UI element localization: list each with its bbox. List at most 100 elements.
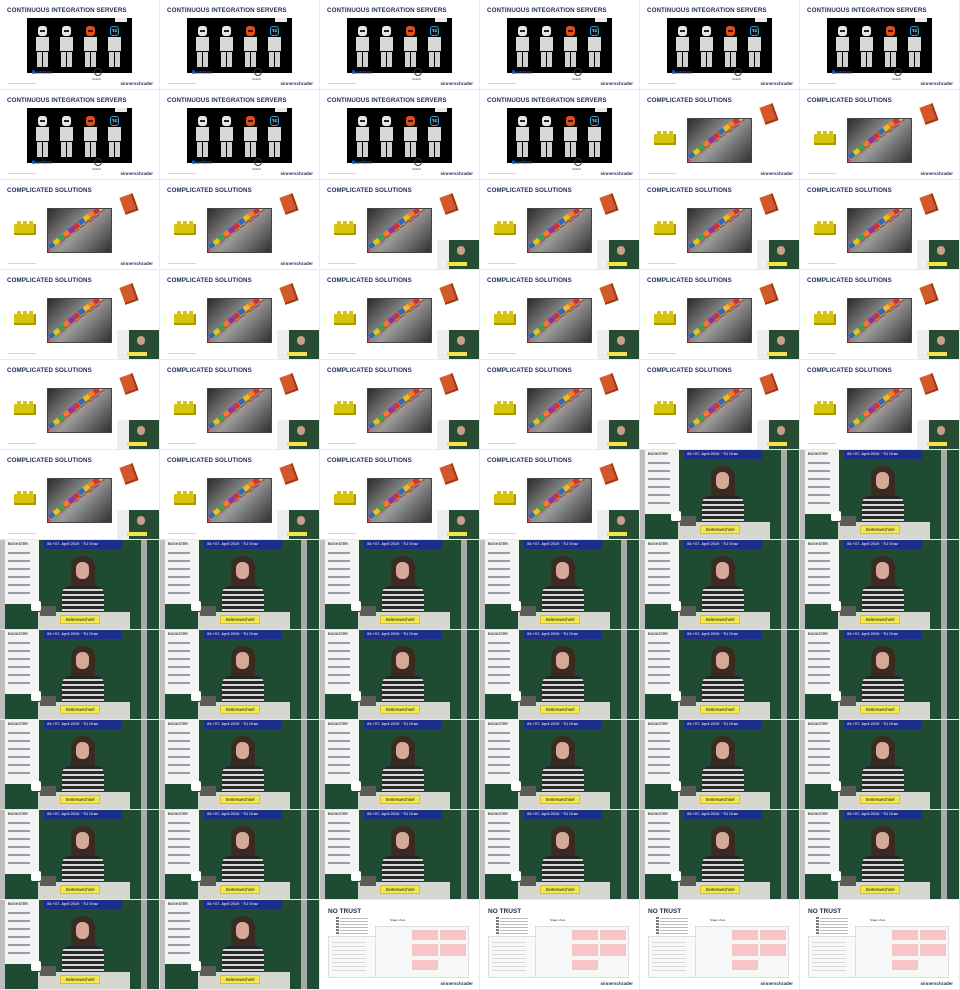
figure-head [38,116,47,126]
figure-body [404,37,417,51]
sponsor-logo [8,952,30,954]
video-frame-thumbnail[interactable]: COMPLICATED SOLUTIONSsinnerschrader [480,180,640,270]
video-frame-thumbnail[interactable]: COMPLICATED SOLUTIONSsinnerschrader [0,270,160,360]
video-frame-thumbnail[interactable]: BOOKSTER 06.+07. April 2019 · TU Graz Seit… [800,810,960,900]
speaker-inset-video [757,330,799,359]
video-frame-thumbnail[interactable]: BOOKSTER 06.+07. April 2019 · TU Graz Seit… [160,900,320,990]
video-frame-thumbnail[interactable]: CONTINUOUS INTEGRATION SERVERS sinnerschr… [320,90,480,180]
video-frame-thumbnail[interactable]: COMPLICATED SOLUTIONSsinnerschrader [640,360,800,450]
corner-badge [595,108,607,112]
video-frame-thumbnail[interactable]: CONTINUOUS INTEGRATION SERVERS sinnerschr… [0,90,160,180]
speaker-sign: Seitenwechsel [60,705,100,714]
lego-figures-image: TC [187,108,292,163]
video-frame-thumbnail[interactable]: BOOKSTER 06.+07. April 2019 · TU Graz Seit… [800,450,960,540]
video-frame-thumbnail[interactable]: BOOKSTER 06.+07. April 2019 · TU Graz Seit… [800,720,960,810]
video-frame-thumbnail[interactable]: CONTINUOUS INTEGRATION SERVERS sinnerschr… [0,0,160,90]
mascot-sticker [191,961,201,971]
figure-body [564,127,577,141]
sponsor-logo [328,764,350,766]
video-frame-thumbnail[interactable]: BOOKSTER 06.+07. April 2019 · TU Graz Seit… [0,810,160,900]
video-frame-thumbnail[interactable]: BOOKSTER 06.+07. April 2019 · TU Graz Seit… [320,540,480,630]
video-frame-thumbnail[interactable]: BOOKSTER 06.+07. April 2019 · TU Graz Seit… [480,540,640,630]
sponsor-logo [328,732,350,734]
figure-body [884,37,897,51]
video-frame-thumbnail[interactable]: NO TRUST Stage View sinnerschrader [640,900,800,990]
video-frame-thumbnail[interactable]: NO TRUST Stage View sinnerschrader [320,900,480,990]
video-frame-thumbnail[interactable]: BOOKSTER 06.+07. April 2019 · TU Graz Seit… [0,720,160,810]
video-frame-thumbnail[interactable]: COMPLICATED SOLUTIONSsinnerschrader [800,90,960,180]
video-frame-thumbnail[interactable]: NO TRUST Stage View sinnerschrader [480,900,640,990]
video-frame-thumbnail[interactable]: COMPLICATED SOLUTIONSsinnerschrader [480,270,640,360]
video-frame-thumbnail[interactable]: COMPLICATED SOLUTIONSsinnerschrader [320,270,480,360]
video-frame-thumbnail[interactable]: COMPLICATED SOLUTIONSsinnerschrader [160,450,320,540]
figure-leg [387,52,392,67]
video-frame-thumbnail[interactable]: BOOKSTER 06.+07. April 2019 · TU Graz Seit… [0,630,160,720]
video-frame-thumbnail[interactable]: BOOKSTER 06.+07. April 2019 · TU Graz Seit… [640,630,800,720]
video-frame-thumbnail[interactable]: COMPLICATED SOLUTIONSsinnerschrader [160,270,320,360]
video-frame-thumbnail[interactable]: COMPLICATED SOLUTIONSsinnerschrader [160,360,320,450]
video-frame-thumbnail[interactable]: NO TRUST Stage View sinnerschrader [800,900,960,990]
video-frame-thumbnail[interactable]: BOOKSTER 06.+07. April 2019 · TU Graz Seit… [480,630,640,720]
figure-leg [909,52,914,67]
sponsor-logo [808,486,830,488]
video-frame-thumbnail[interactable]: CONTINUOUS INTEGRATION SERVERS sinnerschr… [480,90,640,180]
video-frame-thumbnail[interactable]: COMPLICATED SOLUTIONSsinnerschrader [160,180,320,270]
video-frame-thumbnail[interactable]: COMPLICATED SOLUTIONSsinnerschrader [800,180,960,270]
video-frame-thumbnail[interactable]: BOOKSTER 06.+07. April 2019 · TU Graz Seit… [160,630,320,720]
figure-leg [357,142,362,157]
video-frame-thumbnail[interactable]: BOOKSTER 06.+07. April 2019 · TU Graz Seit… [640,720,800,810]
video-frame-thumbnail[interactable]: COMPLICATED SOLUTIONSsinnerschrader [640,180,800,270]
slide-title: COMPLICATED SOLUTIONS [487,367,572,374]
video-frame-thumbnail[interactable]: COMPLICATED SOLUTIONSsinnerschrader [800,360,960,450]
sponsor-logo [648,494,670,496]
event-date: 06.+07. April 2019 · TU Graz [207,631,258,636]
video-frame-thumbnail[interactable]: CONTINUOUS INTEGRATION SERVERS sinnerschr… [160,90,320,180]
video-frame-thumbnail[interactable]: COMPLICATED SOLUTIONSsinnerschrader [480,360,640,450]
lego-figure: TC [427,116,442,157]
video-frame-thumbnail[interactable]: COMPLICATED SOLUTIONSsinnerschrader [640,90,800,180]
figure-leg [357,52,362,67]
video-frame-thumbnail[interactable]: BOOKSTER 06.+07. April 2019 · TU Graz Seit… [0,900,160,990]
video-frame-thumbnail[interactable]: BOOKSTER 06.+07. April 2019 · TU Graz Seit… [160,810,320,900]
figure-eyes [200,30,205,32]
video-frame-thumbnail[interactable]: BOOKSTER 06.+07. April 2019 · TU Graz Seit… [640,540,800,630]
video-frame-thumbnail[interactable]: CONTINUOUS INTEGRATION SERVERS sinnerschr… [160,0,320,90]
sponsor-logo [8,592,30,594]
inset-sign [767,352,787,356]
video-frame-thumbnail[interactable]: BOOKSTER 06.+07. April 2019 · TU Graz Seit… [320,630,480,720]
video-frame-thumbnail[interactable]: CONTINUOUS INTEGRATION SERVERS sinnerschr… [640,0,800,90]
slide-footer-line [328,263,356,264]
sponsor-logo [488,822,510,824]
video-frame-thumbnail[interactable]: COMPLICATED SOLUTIONSsinnerschrader [480,450,640,540]
figure-leg [683,52,688,67]
video-frame-thumbnail[interactable]: BOOKSTER 06.+07. April 2019 · TU Graz Seit… [640,810,800,900]
video-frame-thumbnail[interactable]: COMPLICATED SOLUTIONSsinnerschrader [320,180,480,270]
video-frame-thumbnail[interactable]: BOOKSTER 06.+07. April 2019 · TU Graz Seit… [160,540,320,630]
slide-title: COMPLICATED SOLUTIONS [167,187,252,194]
video-frame-thumbnail[interactable]: COMPLICATED SOLUTIONSsinnerschrader [320,360,480,450]
build-row [332,946,366,947]
sponsor-logo [488,576,510,578]
video-frame-thumbnail[interactable]: CONTINUOUS INTEGRATION SERVERS sinnerschr… [800,0,960,90]
video-frame-thumbnail[interactable]: BOOKSTER 06.+07. April 2019 · TU Graz Seit… [800,540,960,630]
video-frame-thumbnail[interactable]: BOOKSTER 06.+07. April 2019 · TU Graz Seit… [0,540,160,630]
video-frame-thumbnail[interactable]: CONTINUOUS INTEGRATION SERVERS sinnerschr… [480,0,640,90]
video-frame-thumbnail[interactable]: BOOKSTER 06.+07. April 2019 · TU Graz Seit… [320,720,480,810]
video-frame-thumbnail[interactable]: BOOKSTER 06.+07. April 2019 · TU Graz Seit… [480,810,640,900]
sponsor-logo [8,764,30,766]
video-frame-thumbnail[interactable]: BOOKSTER 06.+07. April 2019 · TU Graz Seit… [800,630,960,720]
sponsor-logo [328,862,350,864]
sponsor-logo [168,928,190,930]
video-frame-thumbnail[interactable]: COMPLICATED SOLUTIONSsinnerschrader [640,270,800,360]
video-frame-thumbnail[interactable]: COMPLICATED SOLUTIONSsinnerschrader [0,450,160,540]
video-frame-thumbnail[interactable]: COMPLICATED SOLUTIONSsinnerschrader [320,450,480,540]
video-frame-thumbnail[interactable]: BOOKSTER 06.+07. April 2019 · TU Graz Seit… [320,810,480,900]
video-frame-thumbnail[interactable]: COMPLICATED SOLUTIONSsinnerschrader [0,360,160,450]
video-frame-thumbnail[interactable]: BOOKSTER 06.+07. April 2019 · TU Graz Seit… [640,450,800,540]
video-frame-thumbnail[interactable]: BOOKSTER 06.+07. April 2019 · TU Graz Seit… [160,720,320,810]
slide-title: CONTINUOUS INTEGRATION SERVERS [327,7,447,14]
video-frame-thumbnail[interactable]: COMPLICATED SOLUTIONSsinnerschrader [800,270,960,360]
video-frame-thumbnail[interactable]: CONTINUOUS INTEGRATION SERVERS sinnerschr… [320,0,480,90]
video-frame-thumbnail[interactable]: BOOKSTER 06.+07. April 2019 · TU Graz Seit… [480,720,640,810]
video-frame-thumbnail[interactable]: COMPLICATED SOLUTIONSsinnerschrader [0,180,160,270]
